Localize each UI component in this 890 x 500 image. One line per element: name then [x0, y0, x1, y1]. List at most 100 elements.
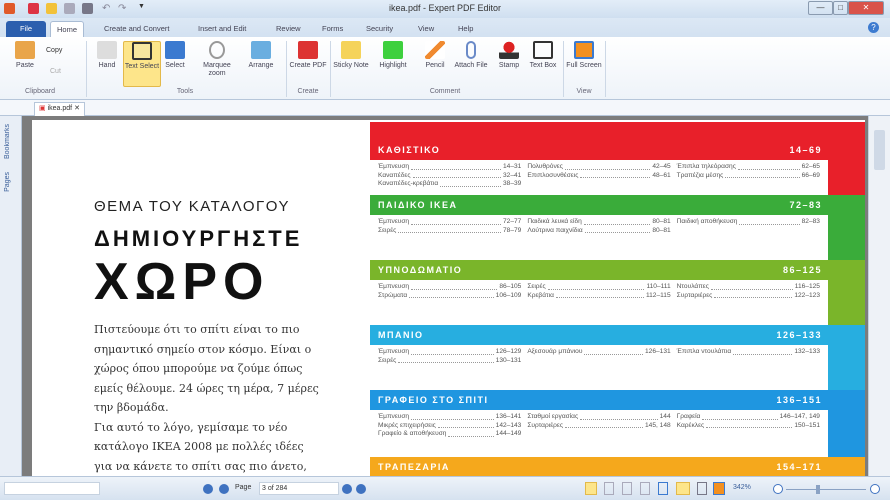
- index-entry[interactable]: Σταθμοί εργασίας 144: [527, 413, 670, 422]
- document-tab[interactable]: ▣ ikea.pdf ✕: [34, 102, 85, 116]
- tab-security[interactable]: Security: [360, 21, 399, 37]
- actual-size-icon[interactable]: [697, 482, 707, 495]
- ribbon-tabs: File Home Create and Convert Insert and …: [0, 18, 890, 37]
- section-entries: Έμπνευση 126–129 Σειρές 130–131 Αξεσουάρ μπά…: [370, 345, 828, 385]
- close-tab-icon[interactable]: ✕: [74, 105, 80, 112]
- bookmarks-tab[interactable]: Bookmarks: [4, 124, 11, 159]
- index-entry[interactable]: Κρεβάτια 112–115: [527, 292, 670, 301]
- previous-page-icon[interactable]: [219, 484, 229, 494]
- entry-pages: 136–141: [495, 413, 522, 420]
- index-entry[interactable]: Έμπνευση 126–129: [378, 348, 521, 357]
- index-entry[interactable]: Έμπνευση 86–105: [378, 283, 521, 292]
- entry-pages: 32–41: [502, 171, 522, 179]
- tab-forms[interactable]: Forms: [316, 21, 349, 37]
- next-page-icon[interactable]: [342, 484, 352, 494]
- fit-page-icon[interactable]: [713, 482, 725, 495]
- index-entry[interactable]: Έμπνευση 14–31: [378, 163, 521, 172]
- zoom-level[interactable]: 342%: [733, 484, 751, 491]
- index-entry[interactable]: Γραφείο & αποθήκευση 144–149: [378, 430, 521, 439]
- pencil-button[interactable]: Pencil: [416, 41, 454, 87]
- sticky-note-button[interactable]: Sticky Note: [332, 41, 370, 87]
- section-pages: 136–151: [776, 395, 822, 405]
- index-entry[interactable]: Σειρές 130–131: [378, 357, 521, 366]
- search-input[interactable]: [4, 482, 100, 495]
- continuous-view-icon[interactable]: [604, 482, 614, 495]
- index-entry[interactable]: Καναπέδες 32–41: [378, 172, 521, 181]
- index-entry[interactable]: Καναπέδες-κρεβάτια 38–39: [378, 180, 521, 189]
- index-entry[interactable]: Γραφεία 146–147, 149: [677, 413, 820, 422]
- index-entry[interactable]: Πολυθρόνες 42–45: [527, 163, 670, 172]
- sticky-note-icon: [341, 41, 361, 59]
- first-page-icon[interactable]: [203, 484, 213, 494]
- marquee-zoom-label: Marquee zoom: [203, 62, 231, 77]
- paperclip-icon: [466, 41, 476, 59]
- zoom-out-icon[interactable]: [773, 484, 783, 494]
- divider: [563, 41, 564, 97]
- tab-review[interactable]: Review: [270, 21, 307, 37]
- index-entry[interactable]: Συρταριέρες 145, 148: [527, 422, 670, 431]
- index-entry[interactable]: Έπιπλα ντουλάπια 132–133: [677, 348, 820, 357]
- last-page-icon[interactable]: [356, 484, 366, 494]
- marquee-zoom-button[interactable]: Marquee zoom: [196, 41, 238, 87]
- entry-column: Έμπνευση 86–105 Στρώματα 106–109: [378, 283, 521, 313]
- highlight-button[interactable]: Highlight: [372, 41, 414, 87]
- tab-view[interactable]: View: [412, 21, 440, 37]
- tab-home[interactable]: Home: [50, 21, 85, 37]
- attach-file-button[interactable]: Attach File: [452, 41, 490, 87]
- entry-label: Συρταριέρες: [527, 421, 564, 429]
- tab-help[interactable]: Help: [452, 21, 479, 37]
- vertical-scrollbar[interactable]: [868, 116, 890, 476]
- section-title: ΤΡΑΠΕΖΑΡΙΑ: [378, 462, 450, 472]
- index-entry[interactable]: Σειρές 78–79: [378, 227, 521, 236]
- stamp-button[interactable]: Stamp: [490, 41, 528, 87]
- tab-insert-and-edit[interactable]: Insert and Edit: [192, 21, 252, 37]
- index-entry[interactable]: Αξεσουάρ μπάνιου 126–131: [527, 348, 670, 357]
- scrollbar-thumb[interactable]: [874, 130, 885, 170]
- index-entry[interactable]: Καρέκλες 150–151: [677, 422, 820, 431]
- page-number-input[interactable]: 3 of 284: [259, 482, 339, 495]
- facing-continuous-view-icon[interactable]: [640, 482, 650, 495]
- close-button[interactable]: ✕: [848, 1, 884, 15]
- zoom-slider[interactable]: [786, 489, 866, 490]
- copy-button[interactable]: Copy: [46, 47, 62, 54]
- text-box-button[interactable]: Text Box: [524, 41, 562, 87]
- zoom-in-icon[interactable]: [870, 484, 880, 494]
- index-entry[interactable]: Έμπνευση 72–77: [378, 218, 521, 227]
- index-entry[interactable]: Επιπλοσυνθέσεις 48–61: [527, 172, 670, 181]
- index-entry[interactable]: Έμπνευση 136–141: [378, 413, 521, 422]
- entry-label: Καναπέδες: [378, 171, 411, 179]
- entry-label: Καναπέδες-κρεβάτια: [378, 180, 439, 187]
- facing-view-icon[interactable]: [622, 482, 632, 495]
- full-screen-button[interactable]: Full Screen: [565, 41, 603, 87]
- tab-create-and-convert[interactable]: Create and Convert: [98, 21, 175, 37]
- index-entry[interactable]: Ντουλάπες 116–125: [677, 283, 820, 292]
- entry-pages: 66–69: [801, 171, 820, 179]
- index-entry[interactable]: Παιδικά λευκά είδη 80–81: [527, 218, 670, 227]
- fit-width-icon[interactable]: [676, 482, 690, 495]
- pdf-page[interactable]: ΘΕΜΑ ΤΟΥ ΚΑΤΑΛΟΓΟΥ ΔΗΜΙΟΥΡΓΗΣΤΕ ΧΩΡΟ Πισ…: [32, 120, 865, 485]
- index-entry[interactable]: Συρταριέρες 122–123: [677, 292, 820, 301]
- minimize-button[interactable]: —: [808, 1, 833, 15]
- entry-label: Σταθμοί εργασίας: [527, 413, 579, 420]
- maximize-button[interactable]: □: [833, 1, 848, 15]
- index-entry[interactable]: Λούτρινα παιχνίδια 80–81: [527, 227, 670, 236]
- create-pdf-button[interactable]: Create PDF: [289, 41, 327, 87]
- zoom-slider-handle[interactable]: [816, 485, 820, 494]
- index-entry[interactable]: Σειρές 110–111: [527, 283, 670, 292]
- cut-button[interactable]: Cut: [50, 68, 61, 75]
- index-entry[interactable]: Μικρές επιχειρήσεις 142–143: [378, 422, 521, 431]
- paste-button[interactable]: Paste: [6, 41, 44, 87]
- index-entry[interactable]: Τραπέζια μέσης 66–69: [677, 172, 820, 181]
- index-entry[interactable]: Παιδική αποθήκευση 82–83: [677, 218, 820, 227]
- fit-height-icon[interactable]: [658, 482, 668, 495]
- tab-file[interactable]: File: [6, 21, 46, 37]
- index-entry[interactable]: Έπιπλα τηλεόρασης 62–65: [677, 163, 820, 172]
- select-button[interactable]: Select: [156, 41, 194, 87]
- single-page-view-icon[interactable]: [585, 482, 597, 495]
- index-entry[interactable]: Στρώματα 106–109: [378, 292, 521, 301]
- help-icon[interactable]: ?: [868, 22, 879, 33]
- arrange-button[interactable]: Arrange: [242, 41, 280, 87]
- pages-tab[interactable]: Pages: [4, 172, 11, 192]
- hand-button[interactable]: Hand: [88, 41, 126, 87]
- entry-pages: 126–129: [495, 348, 522, 355]
